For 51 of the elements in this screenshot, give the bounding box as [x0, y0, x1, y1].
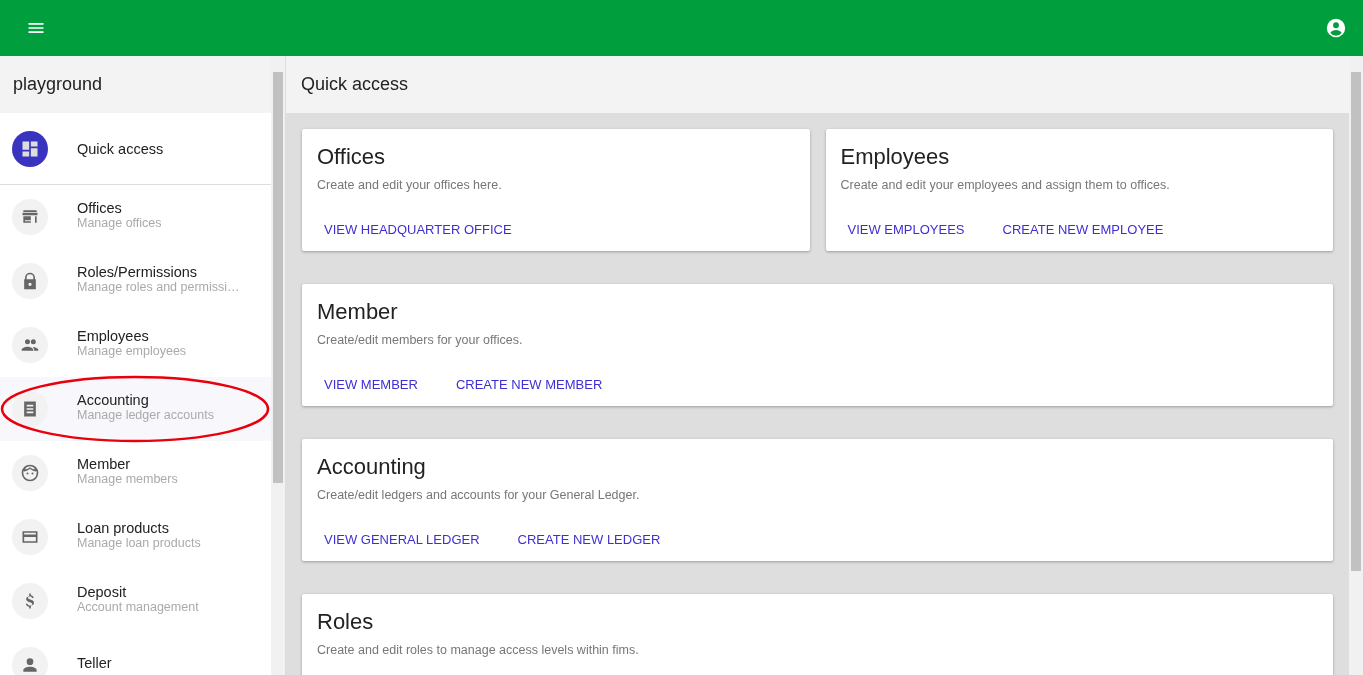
nav-label: Quick access: [77, 140, 164, 157]
action-link[interactable]: VIEW MEMBER: [309, 371, 433, 398]
nav-sublabel: Manage roles and permissi…: [77, 279, 240, 295]
nav-sublabel: Account management: [77, 599, 199, 615]
nav-item[interactable]: Deposit Account management: [0, 569, 271, 633]
nav-item[interactable]: Accounting Manage ledger accounts: [0, 377, 271, 441]
nav-sublabel: Manage loan products: [77, 535, 201, 551]
action-link[interactable]: CREATE NEW EMPLOYEE: [987, 216, 1179, 243]
page-title: Quick access: [301, 74, 409, 95]
nav-item[interactable]: Loan products Manage loan products: [0, 505, 271, 569]
sidebar-title: playground: [13, 74, 103, 95]
nav-item[interactable]: Teller: [0, 633, 271, 675]
nav-label: Offices: [77, 199, 123, 216]
action-link[interactable]: VIEW HEADQUARTER OFFICE: [309, 216, 527, 243]
card-title: Accounting: [317, 455, 427, 479]
card-title: Employees: [840, 145, 951, 169]
card-description: Create and edit your employees and assign them to offices.: [840, 178, 1171, 192]
card-description: Create and edit roles to manage access levels within fims.: [317, 643, 640, 657]
card-title: Member: [317, 300, 399, 324]
action-link[interactable]: CREATE NEW MEMBER: [440, 371, 618, 398]
scrollbar[interactable]: [1349, 56, 1363, 675]
nav-item[interactable]: Member Manage members: [0, 441, 271, 505]
nav-sublabel: Manage ledger accounts: [77, 407, 214, 423]
nav-sublabel: Manage members: [77, 471, 178, 487]
nav-item[interactable]: Quick access: [0, 113, 271, 185]
nav-sublabel: Manage offices: [77, 215, 162, 231]
scrollbar-thumb[interactable]: [1351, 72, 1361, 571]
card-title: Roles: [317, 610, 375, 634]
person-icon: [20, 655, 40, 675]
face-icon: [20, 463, 40, 483]
nav-item[interactable]: Offices Manage offices: [0, 185, 271, 249]
action-link[interactable]: VIEW GENERAL LEDGER: [309, 526, 495, 553]
nav-label: Roles/Permissions: [77, 263, 199, 280]
nav-label: Employees: [77, 327, 150, 344]
scrollbar-thumb[interactable]: [273, 72, 283, 483]
card-description: Create and edit your offices here.: [317, 178, 503, 192]
nav-item[interactable]: Roles/Permissions Manage roles and permissi…: [0, 249, 271, 313]
nav-label: Teller: [77, 655, 112, 671]
card-description: Create/edit members for your offices.: [317, 333, 524, 347]
card-description: Create/edit ledgers and accounts for your General Ledger.: [317, 488, 641, 502]
card-title: Offices: [317, 145, 387, 169]
nav-label: Loan products: [77, 519, 170, 536]
account-icon[interactable]: [1325, 17, 1347, 39]
action-link[interactable]: CREATE NEW LEDGER: [502, 526, 676, 553]
nav-item[interactable]: Employees Manage employees: [0, 313, 271, 377]
nav-label: Member: [77, 455, 132, 472]
action-link[interactable]: VIEW EMPLOYEES: [832, 216, 980, 243]
nav-sublabel: Manage employees: [77, 343, 187, 359]
scrollbar[interactable]: [271, 56, 285, 675]
nav-label: Accounting: [77, 391, 150, 408]
nav-label: Deposit: [77, 583, 128, 600]
